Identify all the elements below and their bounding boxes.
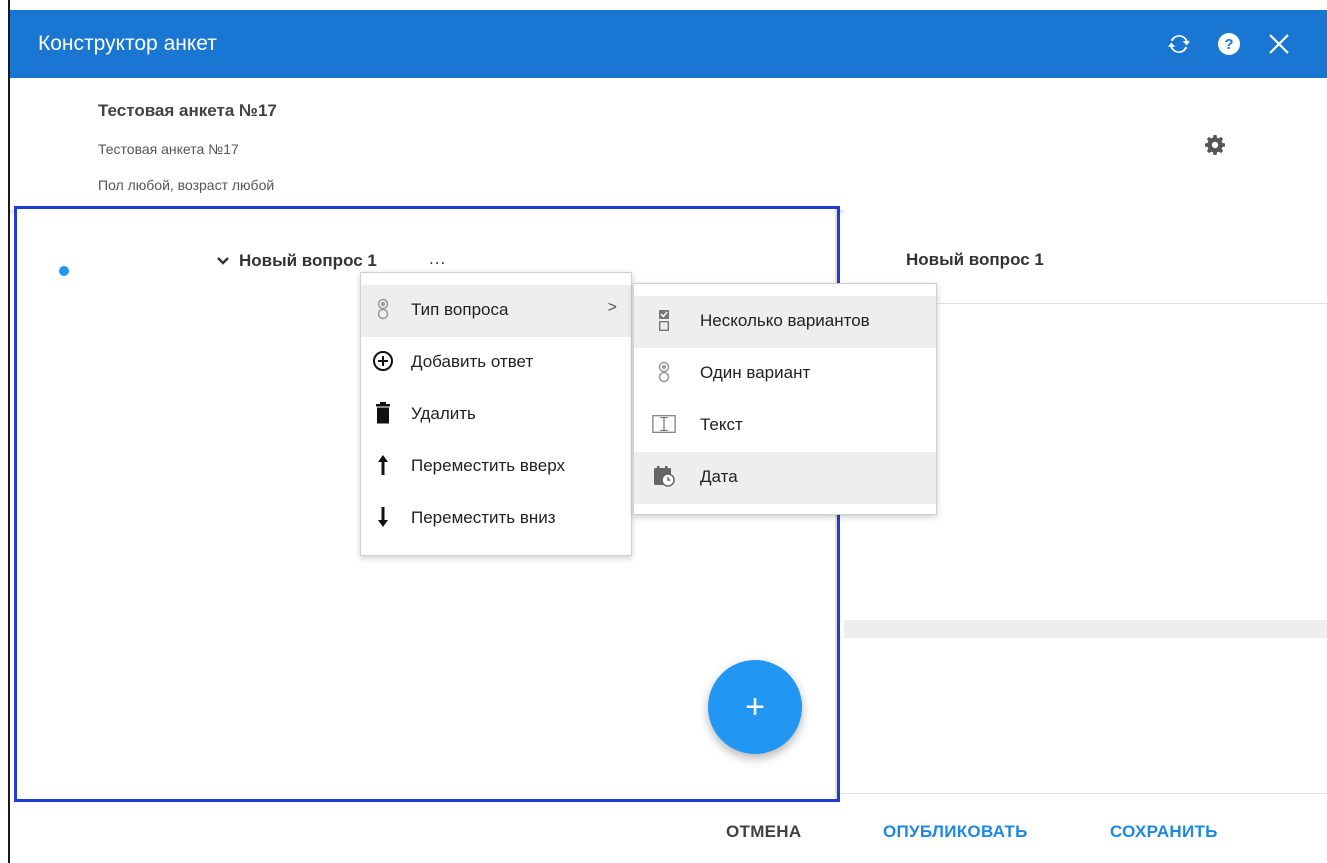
survey-title: Тестовая анкета №17 (98, 101, 277, 120)
question-tree-item-label[interactable]: Новый вопрос 1 (239, 251, 377, 271)
question-status-dot (59, 266, 69, 276)
menu-item-label: Переместить вверх (411, 456, 565, 475)
radio-type-icon (371, 297, 395, 321)
refresh-icon[interactable] (1165, 30, 1193, 58)
menu-item-label: Удалить (411, 404, 476, 423)
chevron-down-icon[interactable] (217, 255, 229, 269)
arrow-up-icon (371, 453, 395, 477)
footer-divider (840, 793, 1327, 794)
help-icon[interactable]: ? (1215, 30, 1243, 58)
menu-item-move-up[interactable]: Переместить вверх (361, 441, 631, 493)
title-bar: Конструктор анкет ? (10, 10, 1327, 78)
menu-item-add-answer[interactable]: Добавить ответ (361, 337, 631, 389)
settings-gear-icon[interactable] (1203, 133, 1227, 157)
arrow-down-icon (371, 505, 395, 529)
radio-icon (652, 360, 676, 384)
menu-item-label: Добавить ответ (411, 352, 534, 371)
submenu-item-label: Несколько вариантов (700, 311, 870, 330)
menu-item-label: Переместить вниз (411, 508, 556, 527)
survey-description: Тестовая анкета №17 (98, 141, 239, 157)
publish-button[interactable]: ОПУБЛИКОВАТЬ (883, 822, 1028, 842)
menu-item-delete[interactable]: Удалить (361, 389, 631, 441)
submenu-item-label: Текст (700, 415, 743, 434)
menu-item-question-type[interactable]: Тип вопроса > (361, 285, 631, 337)
cancel-button[interactable]: ОТМЕНА (726, 822, 801, 842)
survey-header: Тестовая анкета №17 Тестовая анкета №17 … (10, 78, 1327, 212)
checkbox-icon (652, 308, 676, 332)
question-more-button[interactable]: ... (429, 249, 446, 269)
calendar-icon (652, 464, 676, 488)
submenu-item-date[interactable]: Дата (634, 452, 936, 504)
window-title: Конструктор анкет (38, 32, 217, 55)
detail-question-title: Новый вопрос 1 (906, 250, 1044, 269)
submenu-item-text[interactable]: Текст (634, 400, 936, 452)
survey-constructor-dialog: Конструктор анкет ? Тестовая анкета №17 … (10, 10, 1327, 863)
menu-item-move-down[interactable]: Переместить вниз (361, 493, 631, 545)
trash-icon (371, 401, 395, 425)
window-frame-left (0, 0, 10, 863)
window-frame-top (0, 0, 1327, 10)
submenu-item-label: Дата (700, 467, 738, 486)
survey-audience: Пол любой, возраст любой (98, 177, 275, 193)
detail-scrollbar[interactable] (844, 620, 1327, 638)
menu-item-label: Тип вопроса (411, 300, 509, 319)
svg-text:?: ? (1224, 36, 1233, 53)
submenu-item-multiple-choice[interactable]: Несколько вариантов (634, 296, 936, 348)
close-icon[interactable] (1265, 30, 1293, 58)
submenu-item-single-choice[interactable]: Один вариант (634, 348, 936, 400)
question-type-submenu: Несколько вариантов Один вариант Текст Д… (633, 283, 937, 515)
text-icon (652, 412, 676, 436)
add-circle-icon (371, 349, 395, 373)
submenu-item-label: Один вариант (700, 363, 811, 382)
chevron-right-icon: > (607, 299, 617, 316)
question-context-menu: Тип вопроса > Добавить ответ Удалить Пер… (360, 272, 632, 556)
save-button[interactable]: СОХРАНИТЬ (1110, 822, 1218, 842)
add-question-button[interactable]: + (708, 660, 802, 754)
